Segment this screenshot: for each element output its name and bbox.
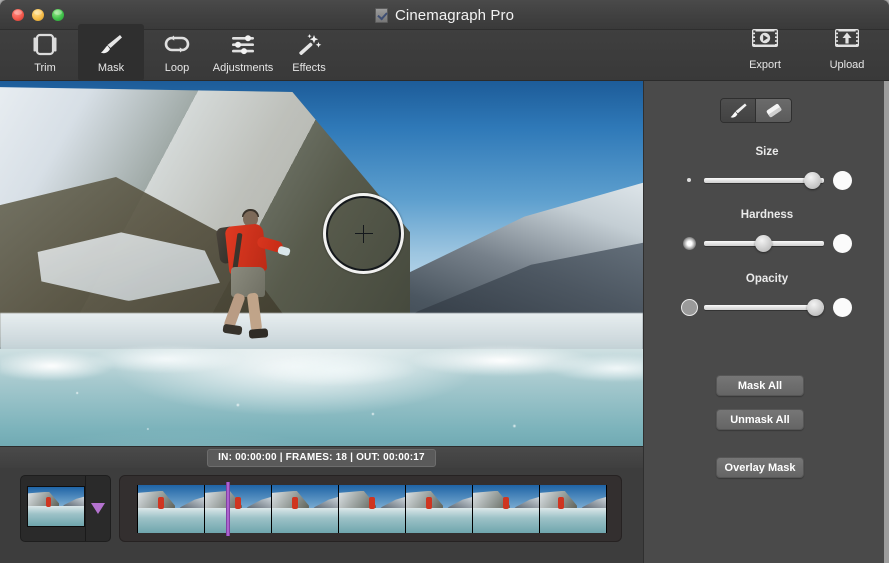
large-dot-icon: [833, 171, 852, 190]
eraser-icon: [764, 102, 784, 119]
opacity-slider-group: Opacity: [644, 273, 889, 318]
panel-right-edge: [884, 81, 889, 563]
hardness-min-indicator: [674, 237, 704, 250]
tab-adjustments[interactable]: Adjustments: [210, 24, 276, 81]
export-button[interactable]: Export: [737, 26, 793, 71]
paintbrush-icon: [729, 102, 748, 119]
water-sparkle-layer: [0, 366, 643, 446]
brush-tool-button[interactable]: [721, 99, 756, 122]
tab-loop[interactable]: Loop: [144, 24, 210, 81]
filmstrip-container[interactable]: [119, 475, 622, 542]
opacity-slider-knob[interactable]: [807, 299, 824, 316]
opacity-slider-track: [704, 305, 824, 310]
film-play-icon: [750, 26, 780, 55]
film-frame[interactable]: [473, 485, 540, 533]
toolbar-tabs: Trim Mask: [12, 24, 342, 81]
brush-crosshair-cursor[interactable]: [323, 193, 404, 274]
purple-triangle-marker: [91, 503, 105, 514]
hiker-leg-front: [247, 292, 263, 331]
hard-edge-dot-icon: [833, 234, 852, 253]
poster-frame-box[interactable]: [20, 475, 111, 542]
upload-button[interactable]: Upload: [819, 26, 875, 71]
tab-trim[interactable]: Trim: [12, 24, 78, 81]
opacity-slider[interactable]: [704, 298, 824, 316]
size-max-indicator: [824, 171, 860, 190]
status-badge: IN: 00:00:00 | FRAMES: 18 | OUT: 00:00:1…: [207, 449, 436, 467]
eraser-tool-button[interactable]: [756, 99, 791, 122]
loop-icon: [164, 31, 190, 59]
hardness-slider[interactable]: [704, 234, 824, 252]
hardness-label: Hardness: [644, 209, 889, 221]
toolbar-actions: Export: [737, 26, 875, 71]
small-dot-icon: [687, 178, 691, 182]
transparent-dot-icon: [681, 299, 698, 316]
app-window: Cinemagraph Pro Trim: [0, 0, 889, 563]
playhead[interactable]: [226, 482, 230, 536]
app-checkmark-icon: [375, 8, 388, 23]
trim-icon: [32, 31, 58, 59]
tab-trim-label: Trim: [34, 62, 56, 74]
film-frame[interactable]: [540, 485, 607, 533]
film-frame[interactable]: [138, 485, 205, 533]
hardness-max-indicator: [824, 234, 860, 253]
video-canvas[interactable]: [0, 81, 643, 446]
tab-effects-label: Effects: [292, 62, 325, 74]
unmask-all-button[interactable]: Unmask All: [716, 409, 804, 430]
hiker-figure: [205, 209, 285, 349]
mask-tools-panel: Size Hardness: [643, 81, 889, 563]
opacity-max-indicator: [824, 298, 860, 317]
main-toolbar: Trim Mask: [0, 30, 889, 81]
window-title-text: Cinemagraph Pro: [395, 7, 514, 24]
hiker-boot-front: [249, 328, 269, 338]
film-frame[interactable]: [205, 485, 272, 533]
size-label: Size: [644, 146, 889, 158]
filmstrip[interactable]: [137, 485, 607, 533]
timeline-area: [0, 468, 643, 563]
overlay-mask-button[interactable]: Overlay Mask: [716, 457, 804, 478]
opacity-min-indicator: [674, 299, 704, 316]
timecode-status-bar: IN: 00:00:00 | FRAMES: 18 | OUT: 00:00:1…: [0, 446, 643, 468]
opaque-dot-icon: [833, 298, 852, 317]
tab-loop-label: Loop: [165, 62, 189, 74]
film-frame[interactable]: [339, 485, 406, 533]
brush-eraser-toggle[interactable]: [720, 98, 792, 123]
tab-adjustments-label: Adjustments: [213, 62, 274, 74]
mask-all-button[interactable]: Mask All: [716, 375, 804, 396]
hardness-slider-knob[interactable]: [755, 235, 772, 252]
poster-thumbnail[interactable]: [27, 486, 85, 527]
size-min-indicator: [674, 178, 704, 182]
size-slider[interactable]: [704, 171, 824, 189]
tab-mask-label: Mask: [98, 62, 124, 74]
hardness-slider-group: Hardness: [644, 209, 889, 254]
film-frame[interactable]: [406, 485, 473, 533]
tab-mask[interactable]: Mask: [78, 24, 144, 81]
brush-icon: [98, 31, 124, 59]
upload-label: Upload: [830, 59, 865, 71]
opacity-label: Opacity: [644, 273, 889, 285]
size-slider-knob[interactable]: [804, 172, 821, 189]
tab-effects[interactable]: Effects: [276, 24, 342, 81]
hiker-boot-back: [222, 324, 242, 336]
poster-marker-cell[interactable]: [85, 476, 110, 541]
film-upload-icon: [832, 26, 862, 55]
film-frame[interactable]: [272, 485, 339, 533]
magic-wand-icon: [296, 31, 322, 59]
size-slider-group: Size: [644, 146, 889, 191]
export-label: Export: [749, 59, 781, 71]
soft-edge-dot-icon: [683, 237, 696, 250]
sliders-icon: [230, 31, 256, 59]
